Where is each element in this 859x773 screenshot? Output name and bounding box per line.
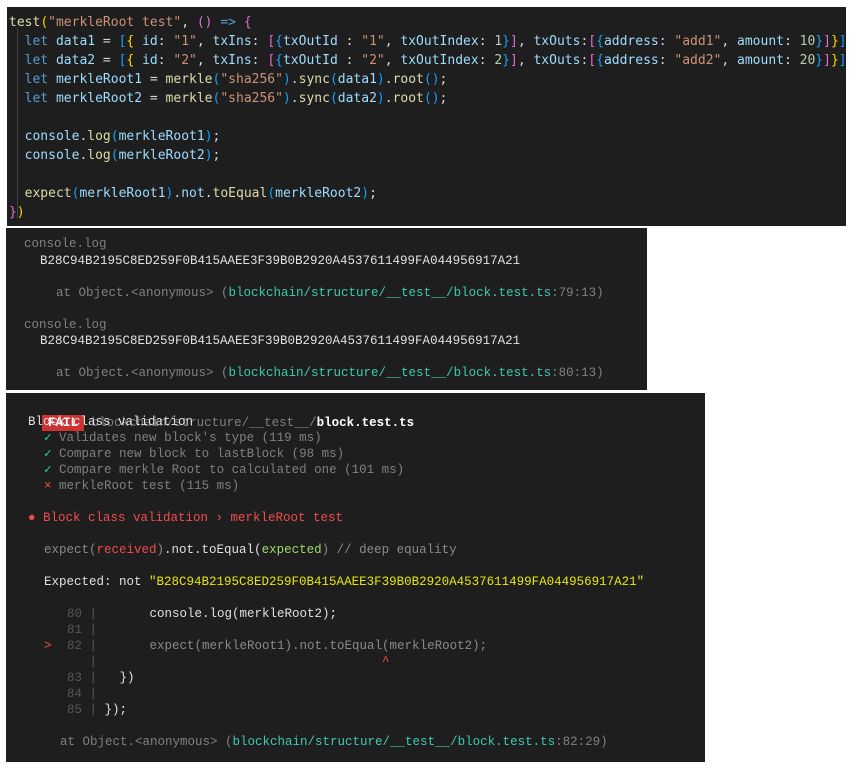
line-number: 82 bbox=[66, 639, 82, 653]
code-frame-line: 83 | }) bbox=[44, 670, 135, 686]
cross-icon: × bbox=[44, 479, 52, 493]
console-log-hash: B28C94B2195C8ED259F0B415AAEE3F39B0B2920A… bbox=[40, 254, 521, 268]
code-frame-line: 81 | bbox=[44, 622, 105, 638]
code-frame-code: ^ bbox=[104, 655, 390, 669]
code-frame-line: 84 | bbox=[44, 686, 105, 702]
code-line: console.log(merkleRoot1); bbox=[24, 129, 221, 144]
expected-value: "B28C94B2195C8ED259F0B415AAEE3F39B0B2920… bbox=[149, 575, 645, 589]
code-line: test("merkleRoot test", () => { bbox=[9, 15, 252, 30]
code-line: let data2 = [{ id: "2", txIns: [{txOutId… bbox=[24, 53, 846, 68]
console-log-hash: B28C94B2195C8ED259F0B415AAEE3F39B0B2920A… bbox=[40, 334, 521, 348]
check-icon: ✓ bbox=[44, 431, 52, 445]
code-line: let data1 = [{ id: "1", txIns: [{txOutId… bbox=[24, 34, 846, 49]
code-line: let merkleRoot1 = merkle("sha256").sync(… bbox=[24, 72, 448, 87]
check-icon: ✓ bbox=[44, 447, 52, 461]
code-line: expect(merkleRoot1).not.toEqual(merkleRo… bbox=[24, 186, 377, 201]
stack-trace-link[interactable]: blockchain/structure/__test__/block.test… bbox=[229, 366, 552, 380]
matcher-hint: expect(received).not.toEqual(expected) /… bbox=[44, 543, 457, 557]
code-frame-code: }) bbox=[104, 671, 135, 685]
code-line: console.log(merkleRoot2); bbox=[24, 148, 221, 163]
test-result-row: ✓ Compare new block to lastBlock (98 ms) bbox=[44, 447, 345, 461]
stack-trace-link[interactable]: blockchain/structure/__test__/block.test… bbox=[229, 286, 552, 300]
code-line: }) bbox=[9, 205, 25, 220]
stack-trace-line: at Object.<anonymous> (blockchain/struct… bbox=[60, 735, 608, 749]
test-result-row: × merkleRoot test (115 ms) bbox=[44, 479, 240, 493]
code-frame-code: }); bbox=[104, 703, 128, 717]
console-log-label: console.log bbox=[24, 318, 107, 332]
test-results-panel: FAIL blockchain/structure/__test__/block… bbox=[6, 393, 705, 762]
line-number: 85 bbox=[66, 703, 82, 717]
code-frame-code: expect(merkleRoot1).not.toEqual(merkleRo… bbox=[104, 639, 488, 653]
line-number: 81 bbox=[66, 623, 82, 637]
code-frame-line: >82 | expect(merkleRoot1).not.toEqual(me… bbox=[44, 639, 488, 653]
test-result-row: ✓ Compare merkle Root to calculated one … bbox=[44, 463, 405, 477]
stack-trace-link[interactable]: blockchain/structure/__test__/block.test… bbox=[233, 735, 556, 749]
test-file-header: FAIL blockchain/structure/__test__/block… bbox=[12, 399, 414, 431]
code-frame-line: | ^ bbox=[82, 655, 390, 669]
stack-trace-line: at Object.<anonymous> (blockchain/struct… bbox=[56, 286, 604, 300]
code-frame-line: 85 | }); bbox=[44, 702, 127, 718]
console-log-label: console.log bbox=[24, 237, 107, 251]
code-frame-line: 80 | console.log(merkleRoot2); bbox=[44, 606, 337, 622]
console-output-panel: console.log B28C94B2195C8ED259F0B415AAEE… bbox=[6, 228, 647, 390]
expected-line: Expected: not "B28C94B2195C8ED259F0B415A… bbox=[44, 575, 645, 589]
code-line: let merkleRoot2 = merkle("sha256").sync(… bbox=[24, 91, 448, 106]
failure-title: ● Block class validation › merkleRoot te… bbox=[28, 511, 344, 525]
line-number: 83 bbox=[66, 671, 82, 685]
test-result-row: ✓ Validates new block's type (119 ms) bbox=[44, 431, 322, 445]
test-suite-name: Block class validation bbox=[28, 415, 194, 429]
test-file-name: block.test.ts bbox=[316, 416, 415, 430]
code-editor[interactable]: test("merkleRoot test", () => { let data… bbox=[7, 7, 846, 226]
code-frame-code: console.log(merkleRoot2); bbox=[104, 607, 338, 621]
line-number: 84 bbox=[66, 687, 82, 701]
stack-trace-line: at Object.<anonymous> (blockchain/struct… bbox=[56, 366, 604, 380]
line-number: 80 bbox=[66, 607, 82, 621]
check-icon: ✓ bbox=[44, 463, 52, 477]
error-marker: > bbox=[44, 639, 52, 653]
